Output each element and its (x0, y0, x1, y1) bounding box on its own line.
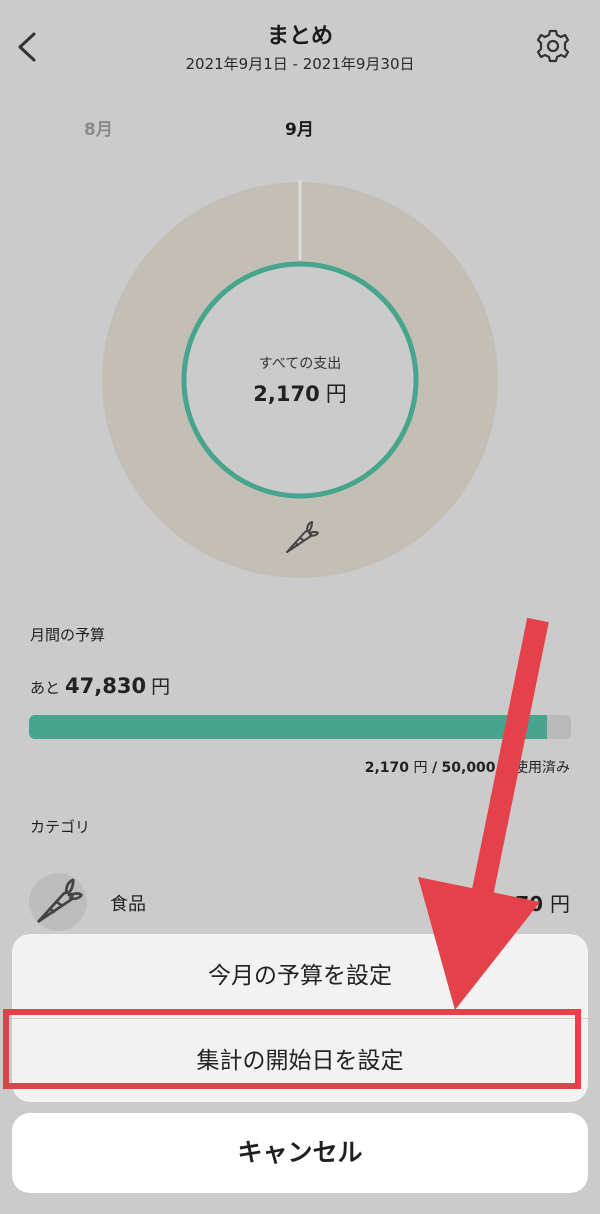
category-amount-unit: 円 (550, 892, 570, 916)
remaining-value: 47,830 (65, 674, 147, 698)
total-spending-amount: 2,170 円 (0, 378, 600, 408)
used-unit: 円 (413, 760, 428, 776)
remaining-prefix: あと (30, 679, 61, 697)
cancel-button[interactable]: キャンセル (12, 1113, 588, 1193)
total-spending-value: 2,170 (253, 382, 320, 406)
total-amount: 50,000 (441, 760, 496, 776)
total-unit: 円 (500, 760, 514, 776)
annotation-highlight-box (3, 1009, 581, 1089)
tab-august[interactable]: 8月 (84, 115, 113, 140)
budget-usage-text: 2,170 円 / 50,000 円使用済み (364, 760, 570, 776)
total-spending-label: すべての支出 (258, 356, 342, 372)
date-range: 2021年9月1日 - 2021年9月30日 (185, 55, 415, 73)
category-section-label: カテゴリ (30, 818, 91, 836)
tab-september[interactable]: 9月 (285, 115, 314, 140)
total-spending-unit: 円 (325, 382, 347, 406)
budget-progress-fill (29, 715, 548, 739)
page-title: まとめ (266, 24, 333, 49)
carrot-icon (286, 521, 319, 553)
budget-progress-bar (29, 715, 571, 739)
remaining-unit: 円 (151, 676, 171, 698)
budget-remaining: あと 47,830 円 (30, 672, 170, 699)
category-amount-value: 2,170 (479, 892, 544, 916)
set-monthly-budget-button[interactable]: 今月の予算を設定 (12, 934, 588, 1018)
category-icon-bg (29, 873, 87, 931)
monthly-budget-label: 月間の予算 (30, 626, 106, 644)
used-amount: 2,170 (364, 760, 410, 776)
used-suffix: 使用済み (514, 760, 570, 776)
carrot-icon (37, 878, 83, 923)
gear-icon (536, 29, 570, 63)
category-name[interactable]: 食品 (110, 890, 146, 916)
category-amount: 2,170 円 (480, 888, 570, 917)
settings-button[interactable] (535, 28, 571, 64)
